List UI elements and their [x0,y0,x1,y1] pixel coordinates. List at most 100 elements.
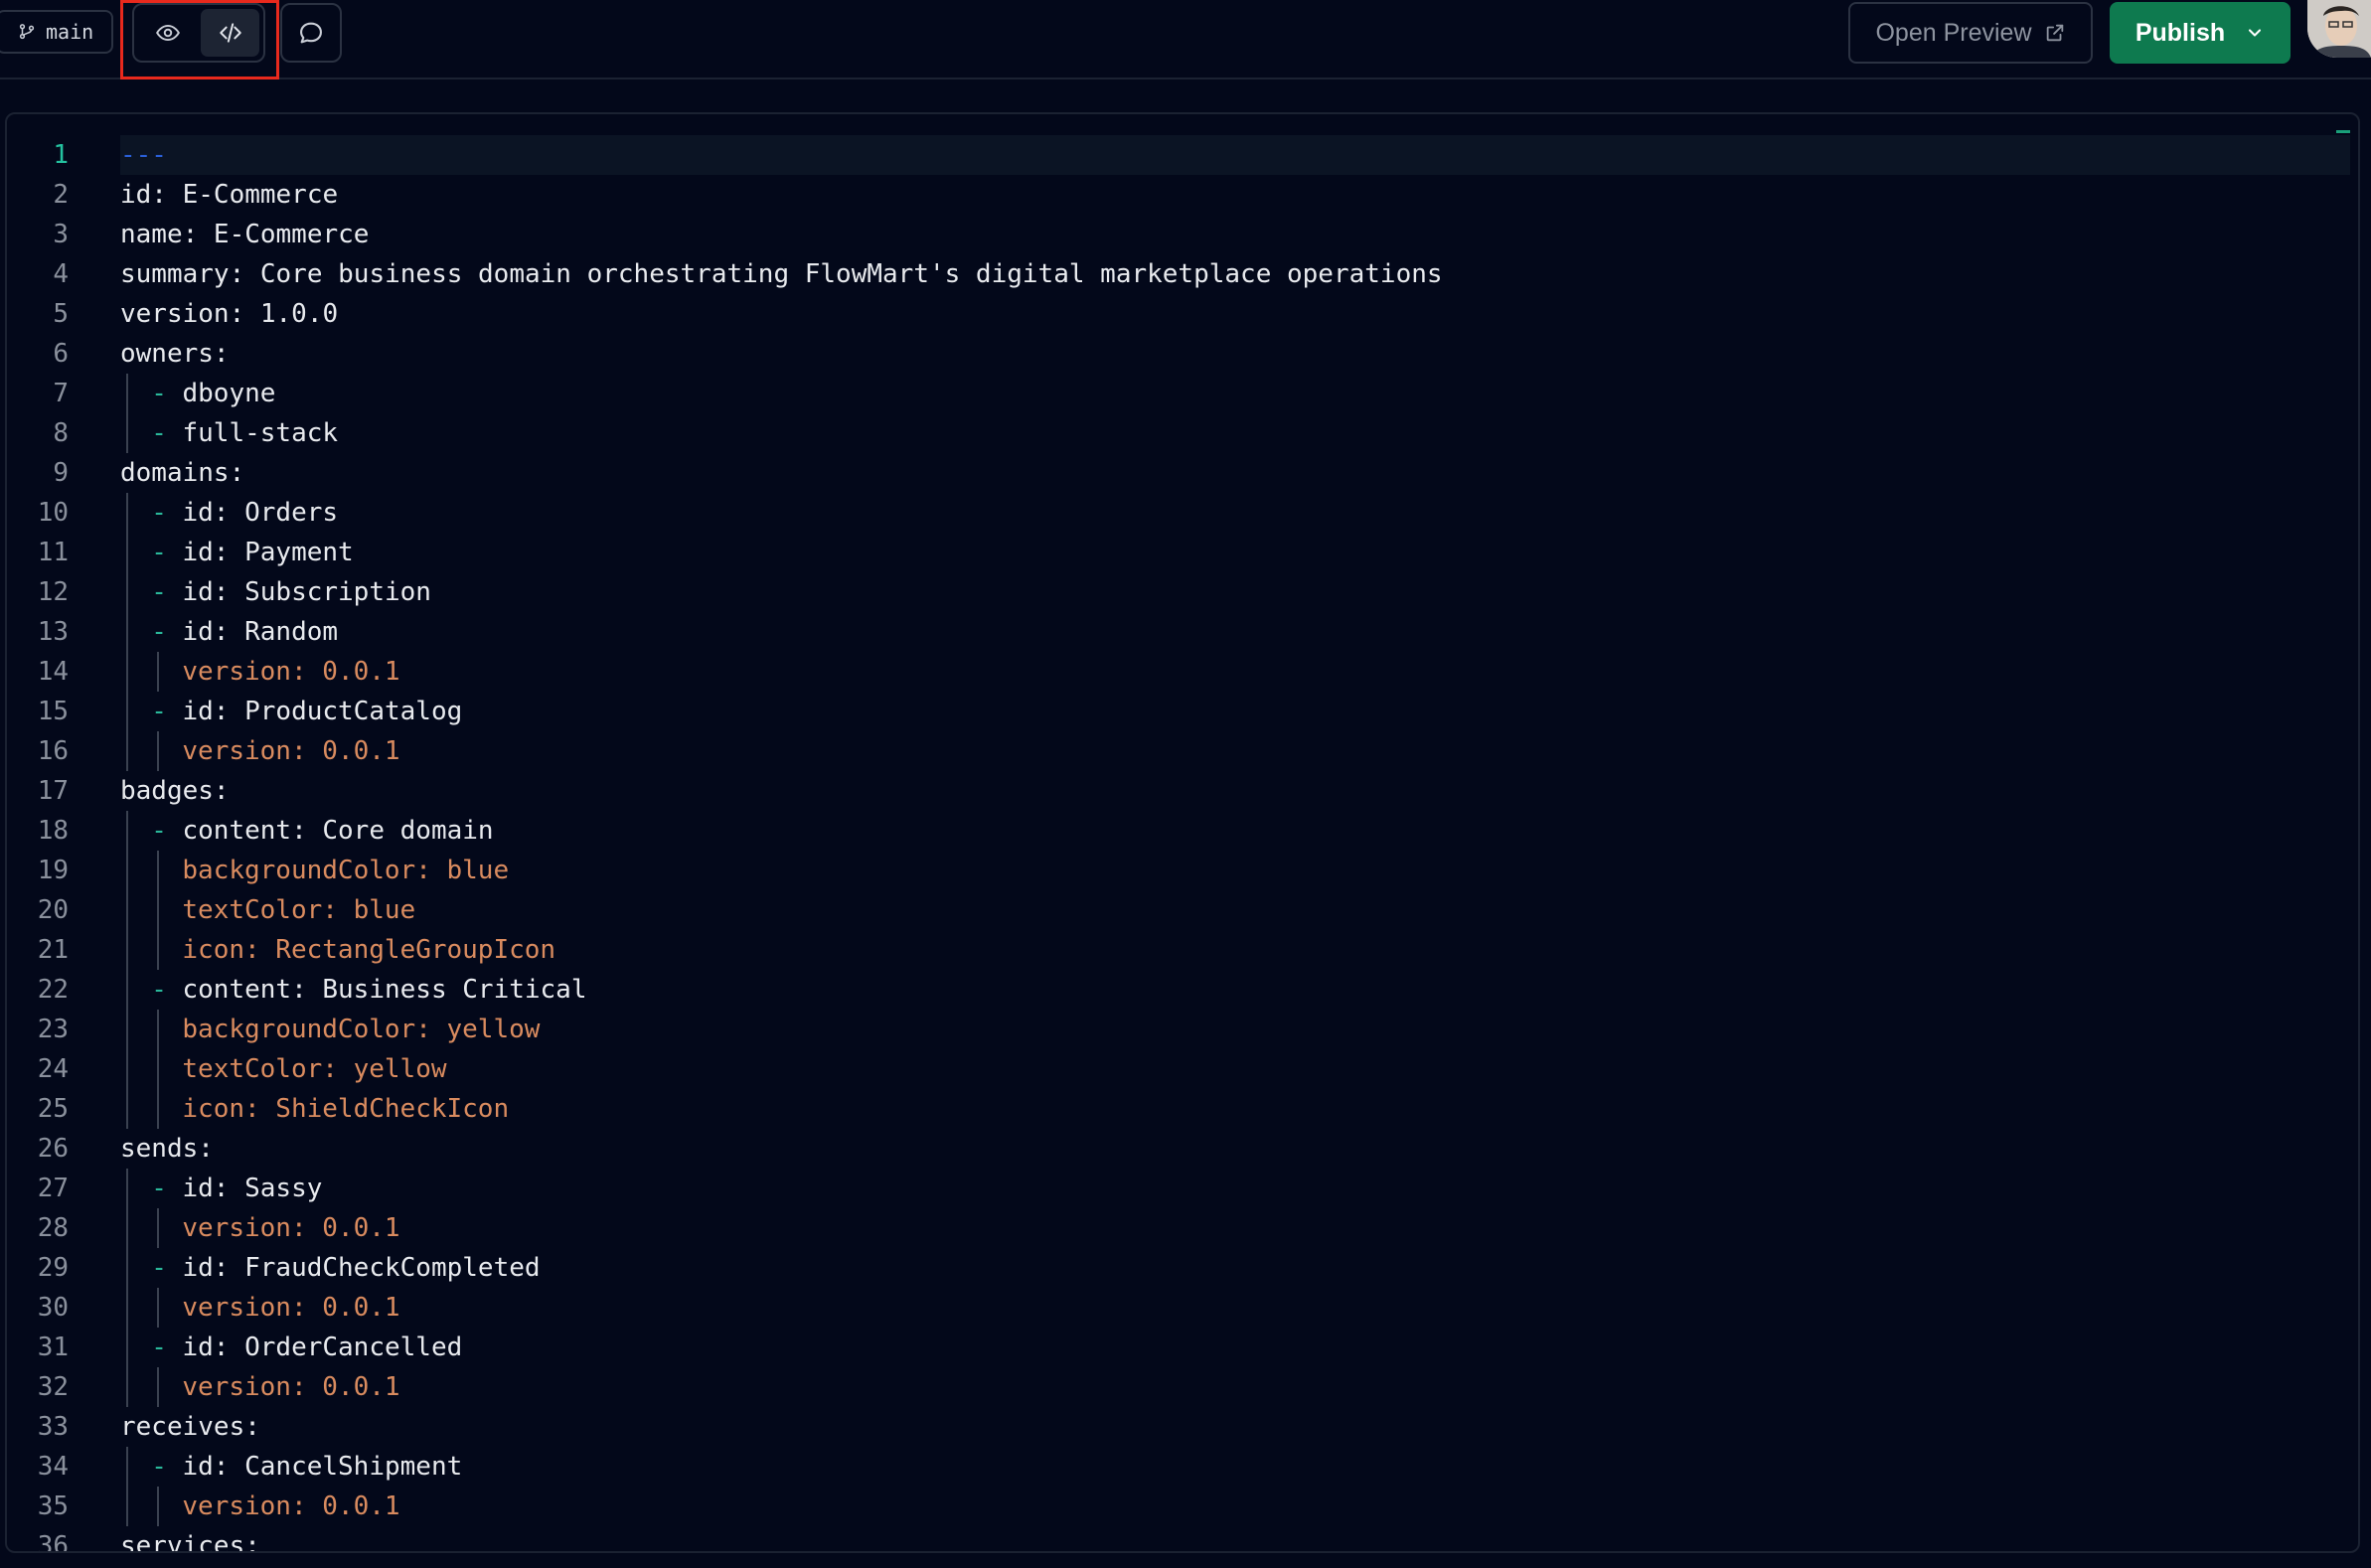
code-text: - id: Orders [151,493,338,533]
list-dash: - [151,816,183,846]
code-line-content: version: 1.0.0 [120,294,2350,334]
git-branch-icon [19,24,35,40]
code-line[interactable]: 36 services: [7,1526,2358,1553]
code-line[interactable]: 23 backgroundColor: yellow [7,1010,2358,1049]
code-line-content: icon: ShieldCheckIcon [120,1089,2350,1129]
code-line-content: - full-stack [120,413,2350,453]
line-number: 15 [37,697,69,726]
code-line[interactable]: 2 id: E-Commerce [7,175,2358,215]
code-line-content: services: [120,1526,2350,1553]
code-line[interactable]: 33 receives: [7,1407,2358,1447]
code-text: id: E-Commerce [120,175,338,215]
preview-mode-button[interactable] [138,9,197,57]
code-line[interactable]: 15 - id: ProductCatalog [7,692,2358,731]
code-line[interactable]: 26 sends: [7,1129,2358,1169]
code-text: version: 0.0.1 [182,1288,399,1328]
code-text: badges: [120,771,230,811]
code-token: textColor: yellow [182,1054,447,1084]
code-line[interactable]: 24 textColor: yellow [7,1049,2358,1089]
code-line[interactable]: 18 - content: Core domain [7,811,2358,851]
indent-guide [126,930,128,970]
code-token: icon: RectangleGroupIcon [182,935,556,965]
code-token: services: [120,1531,260,1553]
code-text: - content: Business Critical [151,970,586,1010]
code-line-content: - id: Payment [120,533,2350,572]
indent-guide [126,572,128,612]
line-number: 17 [37,776,69,806]
code-token: name: E-Commerce [120,220,370,249]
line-number: 16 [37,736,69,766]
code-token: id: Random [182,617,339,647]
code-line-content: badges: [120,771,2350,811]
code-line[interactable]: 20 textColor: blue [7,890,2358,930]
code-line[interactable]: 5 version: 1.0.0 [7,294,2358,334]
line-number: 21 [37,935,69,965]
code-line[interactable]: 11 - id: Payment [7,533,2358,572]
indent-guide [157,1288,160,1328]
branch-label: main [46,20,94,44]
indent-guide [157,1208,160,1248]
code-token: version: 0.0.1 [182,1491,400,1521]
code-text: - id: CancelShipment [151,1447,462,1487]
code-line[interactable]: 16 version: 0.0.1 [7,731,2358,771]
line-number: 1 [53,140,69,170]
code-line-content: domains: [120,453,2350,493]
indent-guide [157,1367,160,1407]
code-line[interactable]: 27 - id: Sassy [7,1169,2358,1208]
code-line[interactable]: 17 badges: [7,771,2358,811]
code-line[interactable]: 21 icon: RectangleGroupIcon [7,930,2358,970]
code-line-content: - id: CancelShipment [120,1447,2350,1487]
code-line[interactable]: 22 - content: Business Critical [7,970,2358,1010]
code-line[interactable]: 12 - id: Subscription [7,572,2358,612]
user-avatar[interactable] [2307,0,2371,58]
code-text: icon: ShieldCheckIcon [182,1089,509,1129]
line-number: 34 [37,1452,69,1482]
code-line[interactable]: 14 version: 0.0.1 [7,652,2358,692]
open-preview-button[interactable]: Open Preview [1848,2,2093,64]
code-line[interactable]: 10 - id: Orders [7,493,2358,533]
indent-guide [126,851,128,890]
list-dash: - [151,1333,183,1362]
code-token: dboyne [182,379,276,408]
indent-guide [157,652,160,692]
line-number: 29 [37,1253,69,1283]
code-line[interactable]: 7 - dboyne [7,374,2358,413]
code-line[interactable]: 35 version: 0.0.1 [7,1487,2358,1526]
line-number: 18 [37,816,69,846]
code-line[interactable]: 13 - id: Random [7,612,2358,652]
code-line[interactable]: 25 icon: ShieldCheckIcon [7,1089,2358,1129]
indent-guide [126,1248,128,1288]
code-line-content: - id: Sassy [120,1169,2350,1208]
code-line-content: version: 0.0.1 [120,1367,2350,1407]
line-number: 9 [53,458,69,488]
publish-button[interactable]: Publish [2110,2,2291,64]
code-text: --- [120,135,167,175]
line-number: 5 [53,299,69,329]
indent-guide [126,533,128,572]
code-line[interactable]: 30 version: 0.0.1 [7,1288,2358,1328]
code-line-content: - id: OrderCancelled [120,1328,2350,1367]
code-line[interactable]: 31 - id: OrderCancelled [7,1328,2358,1367]
code-line[interactable]: 8 - full-stack [7,413,2358,453]
code-text: version: 0.0.1 [182,731,399,771]
code-line[interactable]: 4 summary: Core business domain orchestra… [7,254,2358,294]
code-line[interactable]: 28 version: 0.0.1 [7,1208,2358,1248]
code-line[interactable]: 6 owners: [7,334,2358,374]
code-line-content: - id: Orders [120,493,2350,533]
branch-selector[interactable]: main [0,10,113,54]
code-line[interactable]: 19 backgroundColor: blue [7,851,2358,890]
scroll-indicator [2336,130,2350,133]
indent-guide [126,731,128,771]
code-line[interactable]: 32 version: 0.0.1 [7,1367,2358,1407]
code-line[interactable]: 1 --- [7,135,2358,175]
code-token: id: ProductCatalog [182,697,463,726]
code-line[interactable]: 34 - id: CancelShipment [7,1447,2358,1487]
code-editor[interactable]: 1 --- 2 id: E-Commerce 3 name: E-Commerce 4 sum… [5,112,2360,1553]
avatar-icon [2307,0,2371,58]
code-line[interactable]: 9 domains: [7,453,2358,493]
code-line[interactable]: 29 - id: FraudCheckCompleted [7,1248,2358,1288]
line-number: 35 [37,1491,69,1521]
comment-button[interactable] [280,3,342,63]
code-line[interactable]: 3 name: E-Commerce [7,215,2358,254]
code-mode-button[interactable] [201,9,259,57]
